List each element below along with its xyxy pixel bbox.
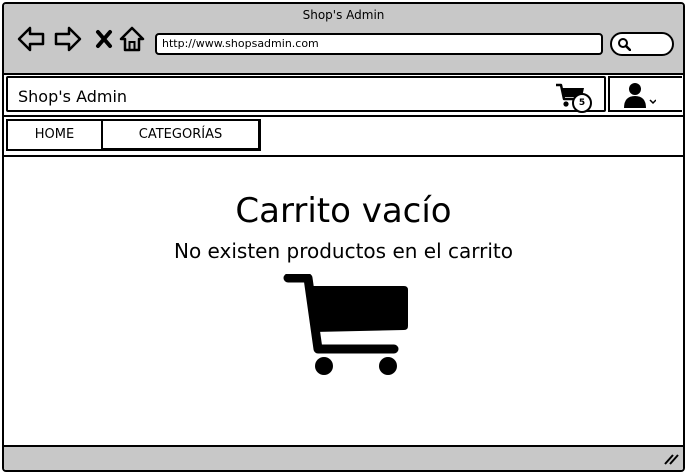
cart-count-badge: 5 (572, 93, 592, 113)
browser-chrome: Shop's Admin http://www.shopsadmin.com (4, 4, 683, 75)
home-button[interactable] (117, 24, 147, 54)
forward-button[interactable] (53, 24, 83, 54)
browser-search-field[interactable] (610, 32, 674, 56)
back-arrow-icon (17, 26, 45, 52)
url-input[interactable]: http://www.shopsadmin.com (155, 33, 603, 55)
app-title: Shop's Admin (18, 87, 128, 106)
back-button[interactable] (16, 24, 46, 54)
app-title-box: Shop's Admin (6, 76, 606, 112)
status-bar (4, 445, 683, 470)
browser-window: Shop's Admin http://www.shopsadmin.com S… (2, 2, 685, 472)
user-menu[interactable] (608, 76, 682, 112)
nav-tabs: HOME CATEGORÍAS (4, 117, 683, 157)
user-icon (624, 83, 656, 108)
search-icon (618, 38, 631, 51)
forward-arrow-icon (54, 26, 82, 52)
empty-cart-message: No existen productos en el carrito (174, 239, 513, 263)
window-title: Shop's Admin (302, 8, 385, 22)
tab-home[interactable]: HOME (6, 119, 102, 151)
resize-grip-icon[interactable] (663, 453, 679, 465)
shopping-cart-icon (283, 274, 408, 375)
app-header: Shop's Admin 5 (4, 75, 683, 117)
main-content: Carrito vacío No existen productos en el… (4, 157, 683, 445)
stop-button[interactable] (90, 24, 120, 54)
chevron-down-icon (649, 99, 656, 105)
empty-cart-title: Carrito vacío (235, 191, 452, 231)
home-icon (119, 26, 145, 52)
tab-categorias[interactable]: CATEGORÍAS (101, 119, 261, 151)
close-x-icon (96, 30, 112, 48)
